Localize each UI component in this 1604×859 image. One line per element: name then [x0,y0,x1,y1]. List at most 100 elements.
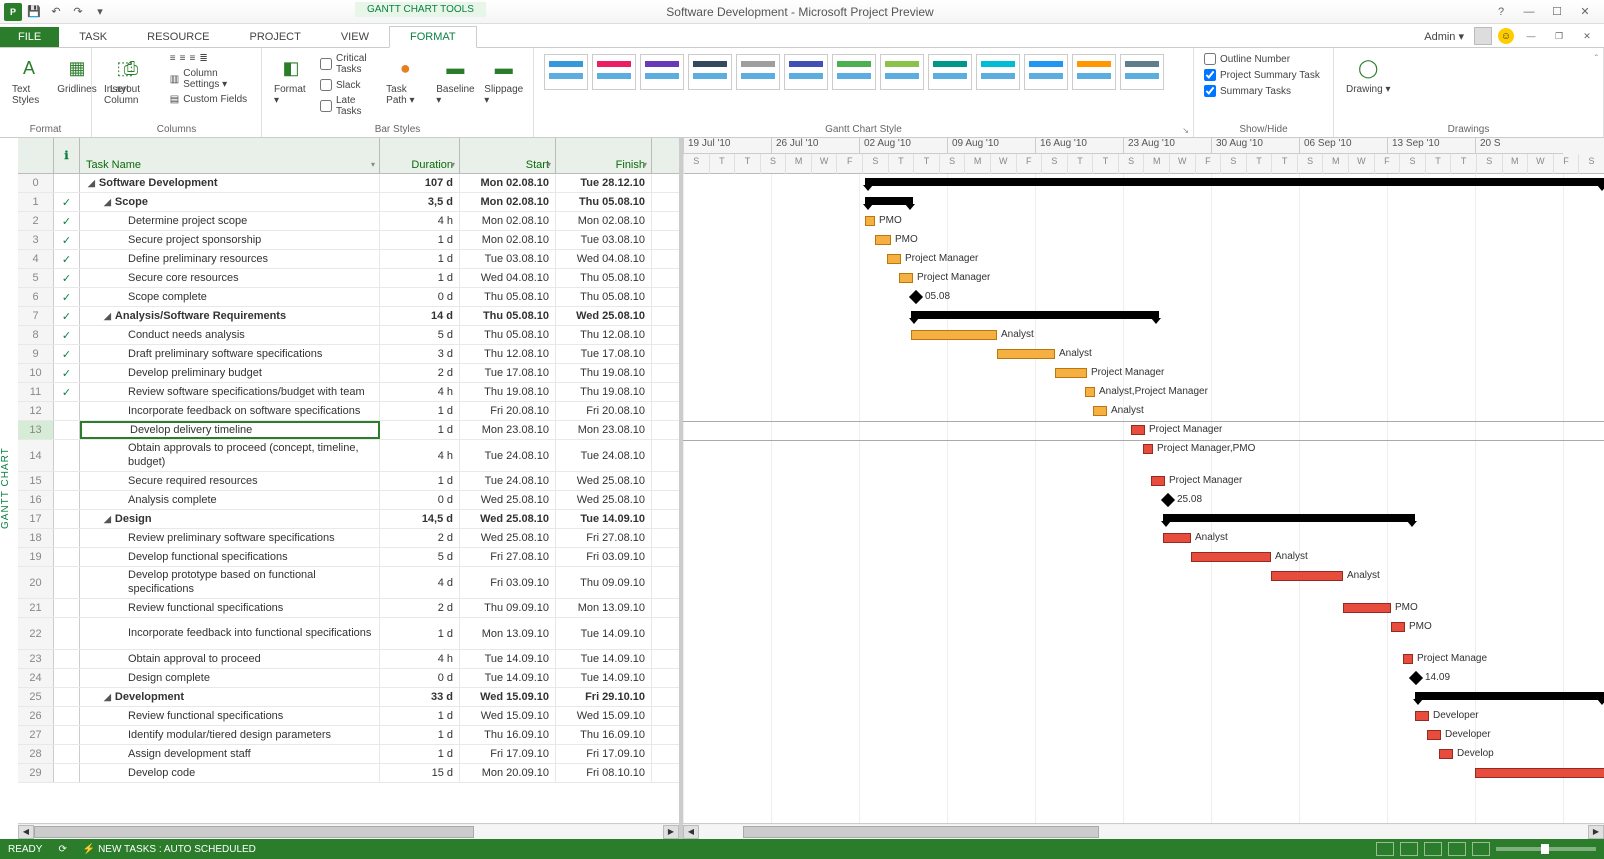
scroll-left-icon[interactable]: ◀ [18,825,34,839]
row-index[interactable]: 7 [18,307,54,325]
row-index[interactable]: 2 [18,212,54,230]
qat-customize-icon[interactable]: ▾ [90,2,110,22]
drawing-button[interactable]: ◯Drawing ▾ [1342,52,1394,97]
start-cell[interactable]: Mon 13.09.10 [460,618,556,649]
row-index[interactable]: 14 [18,440,54,471]
row-indicator[interactable] [54,548,80,566]
finish-cell[interactable]: Tue 03.08.10 [556,231,652,249]
duration-cell[interactable]: 1 d [380,269,460,287]
milestone[interactable] [1409,671,1423,685]
row-indicator[interactable] [54,764,80,782]
task-bar[interactable] [899,273,913,283]
finish-cell[interactable]: Thu 12.08.10 [556,326,652,344]
table-row[interactable]: 8✓Conduct needs analysis5 dThu 05.08.10T… [18,326,679,345]
finish-cell[interactable]: Fri 08.10.10 [556,764,652,782]
view-task-icon[interactable] [1400,842,1418,856]
gantt-style-launcher-icon[interactable]: ↘ [1182,126,1189,135]
ribbon-collapse-icon[interactable]: ˆ [1595,54,1598,65]
tab-project[interactable]: PROJECT [230,27,321,47]
slippage-button[interactable]: ▬Slippage ▾ [482,52,525,108]
task-bar[interactable] [1191,552,1271,562]
gantt-style-swatch[interactable] [1072,54,1116,90]
task-bar[interactable] [1427,730,1441,740]
undo-icon[interactable]: ↶ [46,2,66,22]
gantt-style-swatch[interactable] [640,54,684,90]
table-hscroll[interactable]: ◀ ▶ [18,823,679,839]
task-bar[interactable] [1055,368,1087,378]
align-center-icon[interactable]: ≡ [180,53,186,64]
row-index[interactable]: 9 [18,345,54,363]
row-index[interactable]: 11 [18,383,54,401]
row-indicator[interactable] [54,421,80,439]
task-bar[interactable] [1391,622,1405,632]
task-name-cell[interactable]: Develop preliminary budget [80,364,380,382]
start-cell[interactable]: Wed 25.08.10 [460,491,556,509]
finish-cell[interactable]: Thu 05.08.10 [556,269,652,287]
start-cell[interactable]: Fri 17.09.10 [460,745,556,763]
row-index[interactable]: 19 [18,548,54,566]
task-name-cell[interactable]: Secure project sponsorship [80,231,380,249]
table-row[interactable]: 29Develop code15 dMon 20.09.10Fri 08.10.… [18,764,679,783]
duration-cell[interactable]: 5 d [380,548,460,566]
row-indicator[interactable] [54,510,80,528]
duration-cell[interactable]: 3 d [380,345,460,363]
row-index[interactable]: 4 [18,250,54,268]
view-resource-icon[interactable] [1448,842,1466,856]
summary-bar[interactable] [1163,514,1415,522]
task-name-cell[interactable]: Define preliminary resources [80,250,380,268]
row-indicator[interactable]: ✓ [54,212,80,230]
gantt-style-swatch[interactable] [592,54,636,90]
align-right-icon[interactable]: ≡ [189,53,195,64]
milestone[interactable] [909,290,923,304]
task-name-cell[interactable]: Obtain approval to proceed [80,650,380,668]
table-row[interactable]: 2✓Determine project scope4 hMon 02.08.10… [18,212,679,231]
row-index[interactable]: 25 [18,688,54,706]
finish-cell[interactable]: Fri 03.09.10 [556,548,652,566]
help-icon[interactable]: ? [1490,3,1512,21]
start-cell[interactable]: Wed 15.09.10 [460,688,556,706]
duration-cell[interactable]: 1 d [380,231,460,249]
task-bar[interactable] [887,254,901,264]
duration-cell[interactable]: 2 d [380,364,460,382]
duration-cell[interactable]: 1 d [380,707,460,725]
start-cell[interactable]: Thu 19.08.10 [460,383,556,401]
table-row[interactable]: 13Develop delivery timeline1 dMon 23.08.… [18,421,679,440]
table-row[interactable]: 17◢Design14,5 dWed 25.08.10Tue 14.09.10 [18,510,679,529]
tab-resource[interactable]: RESOURCE [127,27,229,47]
finish-cell[interactable]: Mon 13.09.10 [556,599,652,617]
row-index[interactable]: 23 [18,650,54,668]
row-index[interactable]: 6 [18,288,54,306]
view-side-label[interactable]: GANTT CHART [0,138,18,839]
task-bar[interactable] [1439,749,1453,759]
col-header-duration[interactable]: Duration▾ [380,138,460,173]
table-row[interactable]: 1✓◢Scope3,5 dMon 02.08.10Thu 05.08.10 [18,193,679,212]
gantt-style-swatch[interactable] [736,54,780,90]
row-indicator[interactable]: ✓ [54,383,80,401]
table-row[interactable]: 15Secure required resources1 dTue 24.08.… [18,472,679,491]
finish-cell[interactable]: Fri 17.09.10 [556,745,652,763]
task-name-cell[interactable]: Develop prototype based on functional sp… [80,567,380,598]
row-index[interactable]: 13 [18,421,54,439]
finish-cell[interactable]: Tue 24.08.10 [556,440,652,471]
redo-icon[interactable]: ↷ [68,2,88,22]
collapse-icon[interactable]: ◢ [104,311,111,322]
row-indicator[interactable]: ✓ [54,193,80,211]
row-indicator[interactable] [54,726,80,744]
start-cell[interactable]: Mon 02.08.10 [460,174,556,192]
table-row[interactable]: 18Review preliminary software specificat… [18,529,679,548]
summary-bar[interactable] [865,178,1604,186]
task-name-cell[interactable]: Obtain approvals to proceed (concept, ti… [80,440,380,471]
save-icon[interactable]: 💾 [24,2,44,22]
table-row[interactable]: 11✓Review software specifications/budget… [18,383,679,402]
task-name-cell[interactable]: Draft preliminary software specification… [80,345,380,363]
table-row[interactable]: 27Identify modular/tiered design paramet… [18,726,679,745]
row-index[interactable]: 29 [18,764,54,782]
scroll-track[interactable] [699,825,1588,839]
task-bar[interactable] [1131,425,1145,435]
task-bar[interactable] [1475,768,1604,778]
duration-cell[interactable]: 2 d [380,529,460,547]
row-index[interactable]: 12 [18,402,54,420]
slack-checkbox[interactable]: Slack [318,78,376,92]
scroll-right-icon[interactable]: ▶ [663,825,679,839]
table-row[interactable]: 20Develop prototype based on functional … [18,567,679,599]
